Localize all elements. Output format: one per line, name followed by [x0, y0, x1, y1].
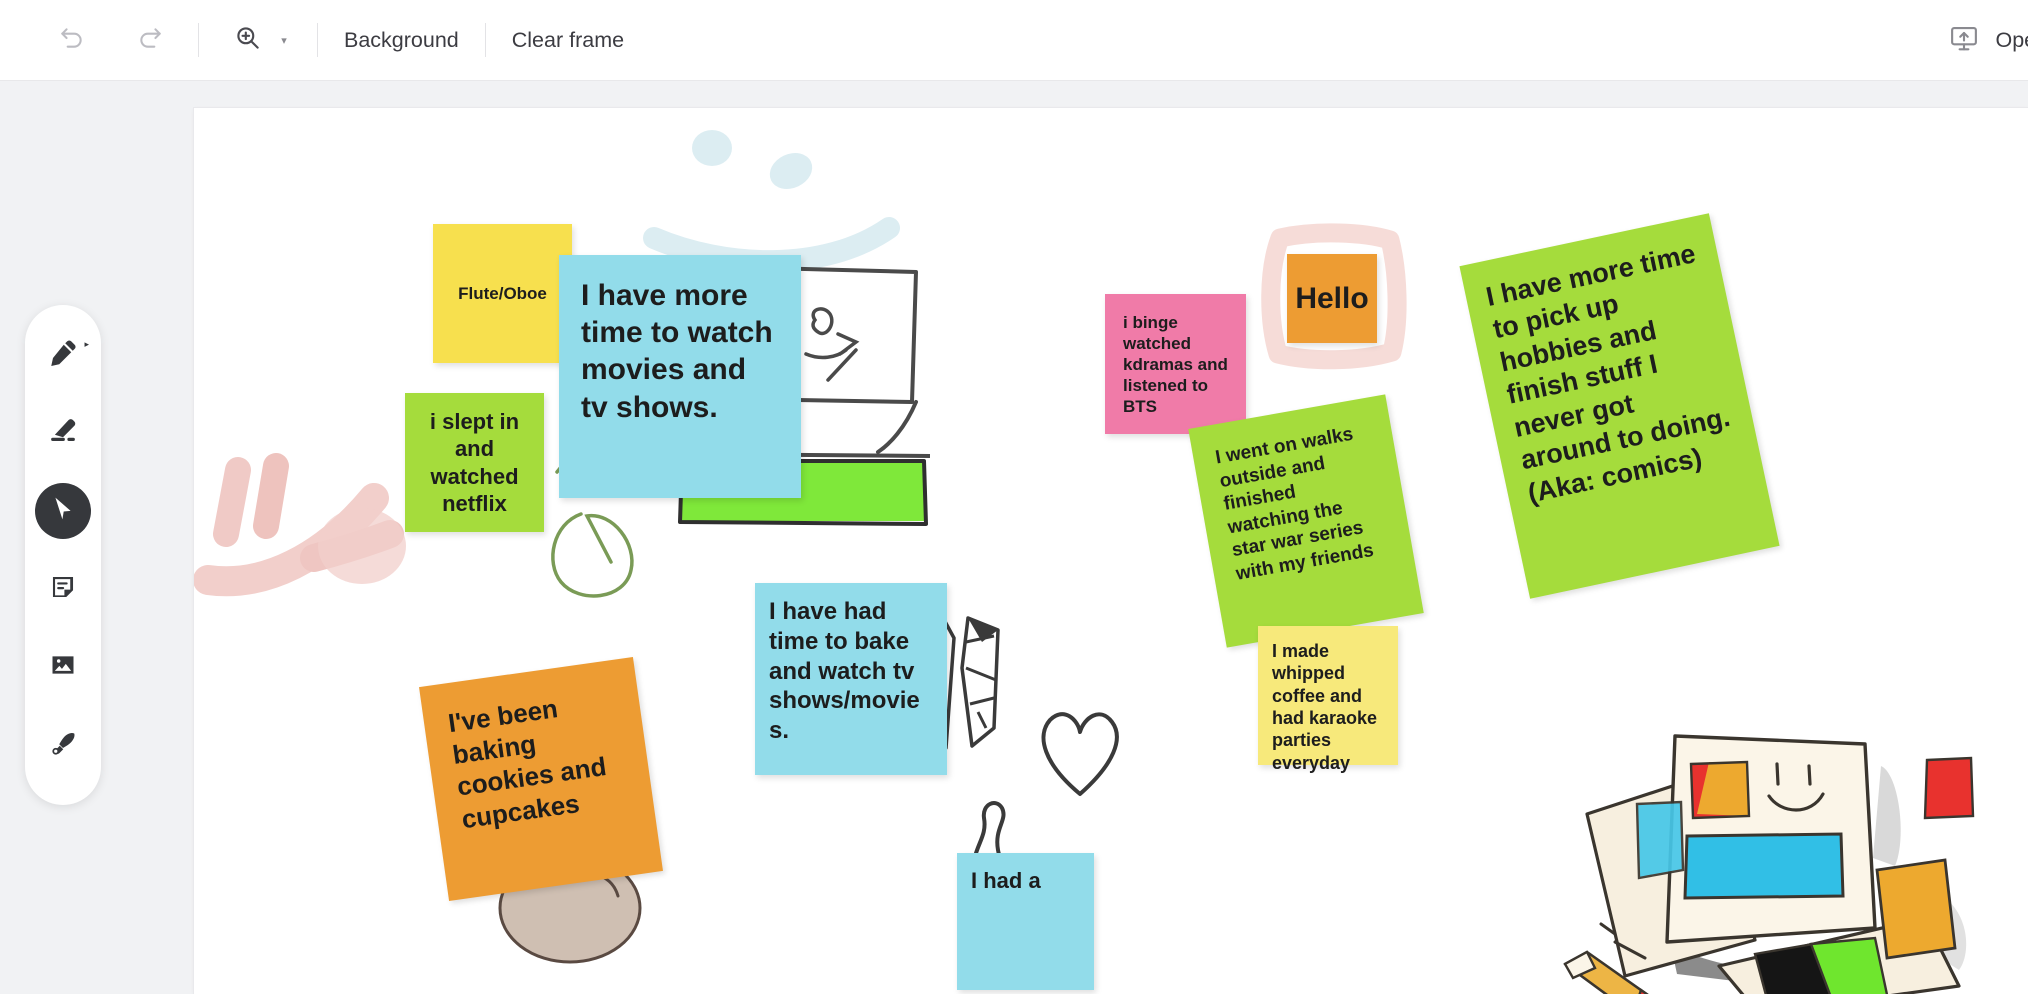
pen-icon — [48, 338, 78, 373]
sticky-note-text: i slept in and watched netflix — [429, 408, 520, 516]
note-bake-watch[interactable]: I have had time to bake and watch tv sho… — [755, 583, 947, 775]
sticky-note-tool[interactable] — [35, 561, 91, 617]
redo-button[interactable] — [124, 14, 176, 66]
eraser-tool[interactable] — [35, 405, 91, 461]
cursor-arrow-icon — [49, 495, 77, 528]
open-button-label[interactable]: Open o — [1995, 28, 2028, 53]
clear-frame-button[interactable]: Clear frame — [508, 28, 628, 53]
top-toolbar: ▾ Background Clear frame Open o — [0, 0, 2028, 81]
select-tool[interactable] — [35, 483, 91, 539]
note-bottom-partial[interactable]: I had a — [957, 853, 1094, 990]
sticky-note-text: Flute/Oboe — [458, 283, 547, 303]
pen-tool[interactable]: ▸ — [35, 327, 91, 383]
sticky-notes-illustration — [1563, 734, 1975, 994]
toolbar-right-group: Open o — [1949, 0, 2028, 81]
background-button[interactable]: Background — [340, 28, 463, 53]
toolbar-divider-2 — [317, 23, 318, 57]
sticky-note-text: i binge watched kdramas and listened to … — [1123, 313, 1228, 417]
zoom-button[interactable] — [221, 14, 273, 66]
note-baking[interactable]: I've been baking cookies and cupcakes — [419, 657, 663, 901]
sticky-note-text: I have had time to bake and watch tv sho… — [769, 598, 920, 744]
laser-pointer-tool[interactable] — [35, 717, 91, 773]
sticky-note-text: I have more time to watch movies and tv … — [581, 279, 773, 424]
tool-palette: ▸ — [25, 305, 101, 805]
heart-doodle — [1041, 712, 1119, 796]
note-whipped-coffee[interactable]: I made whipped coffee and had karaoke pa… — [1258, 626, 1398, 773]
note-kdramas[interactable]: i binge watched kdramas and listened to … — [1105, 294, 1246, 434]
pen-options-caret[interactable]: ▸ — [84, 339, 89, 350]
sticky-note-text: Hello — [1295, 281, 1369, 315]
canvas-stage[interactable]: Flute/Oboe I have more time to watch movi… — [0, 81, 2028, 994]
note-watch-movies[interactable]: I have more time to watch movies and tv … — [559, 255, 801, 498]
note-flute-oboe[interactable]: Flute/Oboe — [433, 224, 572, 363]
note-walks[interactable]: I went on walks outside and finished wat… — [1188, 394, 1424, 648]
note-slept-in[interactable]: i slept in and watched netflix — [405, 393, 544, 532]
sticky-note-text: I've been baking cookies and cupcakes — [446, 693, 609, 834]
undo-button[interactable] — [46, 14, 98, 66]
toolbar-divider-1 — [198, 23, 199, 57]
sticky-note-text: I had a — [971, 868, 1041, 893]
present-screen-upload-icon[interactable] — [1949, 23, 1979, 58]
note-hobbies[interactable]: I have more time to pick up hobbies and … — [1459, 213, 1780, 599]
sticky-note-text: I have more time to pick up hobbies and … — [1483, 238, 1733, 509]
toolbar-divider-3 — [484, 23, 486, 57]
note-hello[interactable]: Hello — [1287, 254, 1377, 343]
redo-arrow-icon — [137, 25, 163, 56]
image-tool[interactable] — [35, 639, 91, 695]
undo-arrow-icon — [59, 25, 85, 56]
image-icon — [49, 651, 77, 684]
zoom-dropdown-caret[interactable]: ▾ — [273, 14, 295, 66]
laser-pointer-icon — [48, 728, 78, 763]
eraser-icon — [48, 416, 78, 451]
whiteboard-frame[interactable]: Flute/Oboe I have more time to watch movi… — [194, 108, 2028, 994]
zoom-in-magnifier-icon — [234, 24, 261, 56]
sticky-note-icon — [49, 573, 77, 606]
sticky-note-text: I went on walks outside and finished wat… — [1213, 423, 1376, 585]
sticky-note-text: I made whipped coffee and had karaoke pa… — [1272, 641, 1378, 773]
